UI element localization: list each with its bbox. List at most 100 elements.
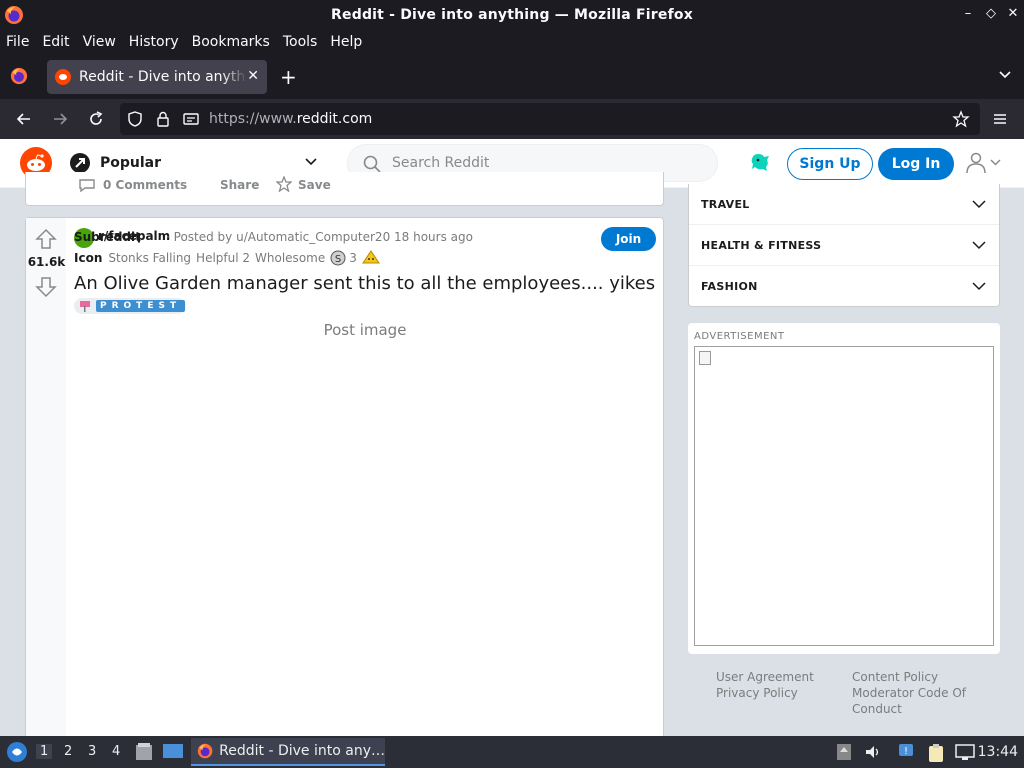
topics-card: TRAVEL HEALTH & FITNESS FASHION [688,184,1000,307]
popular-icon [70,153,90,173]
network-icon[interactable] [955,743,975,761]
topic-health-fitness[interactable]: HEALTH & FITNESS [689,225,999,266]
silver-award-icon: S [330,250,346,266]
svg-text:!: ! [904,746,908,757]
shield-icon[interactable] [126,110,144,128]
list-tabs-icon[interactable] [998,68,1012,82]
privacy-policy-link[interactable]: Privacy Policy [716,685,798,701]
url-bar[interactable]: https://www.reddit.com [120,103,980,135]
feed-selector[interactable]: Popular [70,153,317,173]
ad-frame[interactable] [694,346,994,646]
menu-help[interactable]: Help [330,34,362,50]
tab-close-icon[interactable]: ✕ [247,68,259,84]
chevron-down-icon[interactable] [304,155,318,169]
menu-bar: File Edit View History Bookmarks Tools H… [0,30,1024,53]
menu-history[interactable]: History [129,34,179,50]
flair-text: PROTEST [96,300,186,312]
taskbar: 1 2 3 4 Reddit - Dive into any… ! 13:44 [0,736,1024,768]
back-icon[interactable] [14,109,34,129]
menu-view[interactable]: View [83,34,116,50]
topic-travel[interactable]: TRAVEL [689,184,999,225]
window-title: Reddit - Dive into anything — Mozilla Fi… [331,7,693,23]
topic-label: TRAVEL [701,198,750,211]
comments-link[interactable]: 0 Comments [103,178,187,192]
downvote-icon[interactable] [35,276,57,298]
firefox-view-icon[interactable] [10,67,28,85]
taskbar-firefox-task[interactable]: Reddit - Dive into any… [191,738,385,766]
file-manager-icon[interactable] [135,742,153,762]
user-agreement-link[interactable]: User Agreement [716,669,814,685]
desktop-icon[interactable] [162,743,184,761]
bookmark-star-icon[interactable] [952,110,970,128]
topic-fashion[interactable]: FASHION [689,266,999,307]
firefox-icon [5,6,23,24]
updates-icon[interactable] [836,743,852,761]
post-card[interactable]: 61.6k Subreddit r/facepalm · Posted by u… [25,217,664,747]
menu-tools[interactable]: Tools [283,34,318,50]
new-tab-button[interactable]: + [280,65,297,89]
post-image[interactable]: Post image [74,321,656,339]
upvote-icon[interactable] [35,228,57,250]
subreddit-name[interactable]: r/facepalm [98,229,170,243]
workspace-4[interactable]: 4 [112,744,120,759]
task-label: Reddit - Dive into any… [219,743,385,759]
previous-post-card: 0 Comments Share Save [25,172,664,206]
comment-icon[interactable] [78,178,96,192]
page-info-icon[interactable] [182,110,200,128]
join-button[interactable]: Join [601,227,656,251]
posted-by[interactable]: · Posted by u/Automatic_Computer20 18 ho… [166,230,473,244]
post-title[interactable]: An Olive Garden manager sent this to all… [74,273,655,294]
menu-edit[interactable]: Edit [42,34,69,50]
hamburger-menu-icon[interactable] [990,109,1010,129]
workspace-3[interactable]: 3 [88,744,96,759]
post-flair[interactable]: PROTEST [74,298,186,314]
user-menu-icon[interactable] [966,151,1004,175]
window-titlebar: Reddit - Dive into anything — Mozilla Fi… [0,0,1024,30]
forward-icon[interactable] [50,109,70,129]
tab-reddit[interactable]: Reddit - Dive into anything ✕ [47,60,267,94]
log-in-button[interactable]: Log In [878,148,954,180]
moderator-code-link-cont[interactable]: Conduct [852,701,902,717]
content-policy-link[interactable]: Content Policy [852,669,938,685]
reload-icon[interactable] [86,109,106,129]
start-menu-icon[interactable] [6,741,28,763]
notification-icon[interactable]: ! [898,743,916,761]
clipboard-icon[interactable] [927,743,945,763]
feed-label: Popular [100,155,162,171]
reddit-favicon-icon [55,69,71,85]
award-wholesome: Wholesome [255,251,326,265]
chevron-down-icon [972,200,986,209]
search-icon [363,155,381,173]
topic-label: HEALTH & FITNESS [701,239,822,252]
icon-alt-text: Icon [74,251,103,265]
moderator-code-link[interactable]: Moderator Code Of [852,685,966,701]
search-placeholder: Search Reddit [392,155,490,171]
nav-bar: https://www.reddit.com [0,99,1024,139]
svg-text:S: S [335,254,341,265]
save-link[interactable]: Save [298,178,331,192]
url-text[interactable]: https://www.reddit.com [209,111,372,127]
share-link[interactable]: Share [220,178,259,192]
award-helpful: Helpful 2 [196,251,251,265]
advertisement-card: ADVERTISEMENT [688,323,1000,654]
ad-label: ADVERTISEMENT [694,331,785,342]
workspace-1[interactable]: 1 [36,744,53,759]
maximize-button[interactable]: ◇ [983,6,999,21]
clock: 13:44 [977,744,1018,760]
sign-up-button[interactable]: Sign Up [787,148,873,180]
menu-file[interactable]: File [6,34,29,50]
menu-bookmarks[interactable]: Bookmarks [192,34,270,50]
award-stonks-falling: Stonks Falling [108,251,192,265]
bookmark-icon[interactable] [276,176,292,192]
firefox-icon [197,743,213,759]
chevron-down-icon [972,282,986,291]
awards-row[interactable]: Icon Stonks Falling Helpful 2 Wholesome … [74,250,380,266]
wholesome-award-icon [361,250,380,264]
minimize-button[interactable]: – [960,6,976,21]
volume-icon[interactable] [864,743,882,761]
advertise-icon[interactable] [749,151,773,173]
broken-image-icon [699,351,711,365]
lock-icon[interactable] [154,110,172,128]
workspace-2[interactable]: 2 [64,744,72,759]
close-window-button[interactable]: ✕ [1005,6,1021,21]
